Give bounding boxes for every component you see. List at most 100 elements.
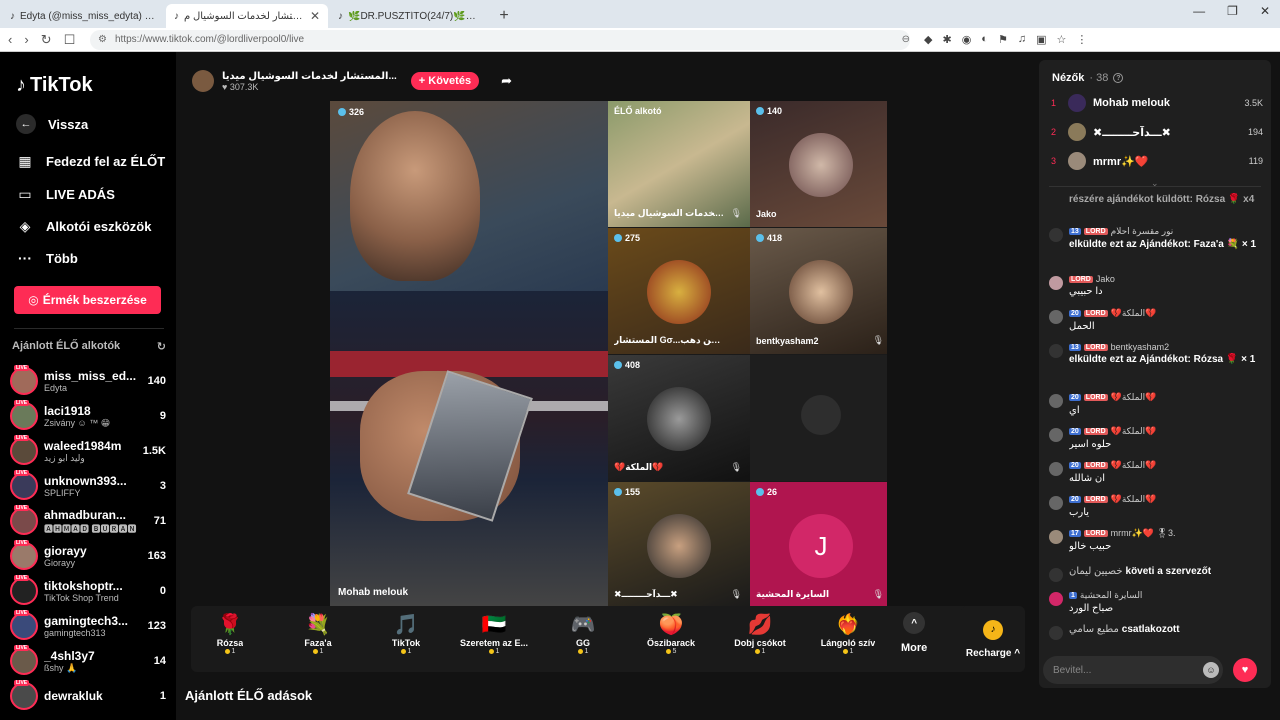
top-viewer[interactable]: 1 Mohab melouk 3.5K [1051, 92, 1263, 114]
recommended-creator[interactable]: LIVE waleed1984m وليد ابو زيد 1.5K [10, 434, 166, 468]
refresh-icon[interactable]: ↻ [157, 340, 166, 353]
gift-item[interactable]: 🎮 GG 1 [542, 612, 624, 655]
back-link[interactable]: ← Vissza [16, 114, 88, 134]
live-video-grid[interactable]: 326 Mohab melouk ÉLŐ alkotó المستشار لخد… [330, 101, 887, 606]
browser-tab[interactable]: ♪ 🌿DR.PUSZTÍTÓ(24/7)🌿🎈🌿🎸 [330, 4, 492, 28]
forward-icon[interactable]: › [24, 32, 28, 48]
new-tab-button[interactable]: + [492, 4, 516, 28]
extension-icon[interactable]: ◐ [981, 33, 988, 46]
browser-tab[interactable]: ♪ Edyta (@miss_miss_edyta) ÉLŐ a... [2, 4, 164, 28]
guest-score: 140 [756, 106, 782, 116]
chevron-down-icon[interactable]: ⌄ [1151, 178, 1159, 189]
guest-tile[interactable]: 140 Jako [750, 101, 887, 227]
recommended-creator[interactable]: LIVE tiktokshoptr... TikTok Shop Trend 0 [10, 574, 166, 608]
message-text: صباح الورد [1069, 603, 1114, 614]
back-icon[interactable]: ‹ [8, 32, 12, 48]
guest-tile[interactable]: 275 المستشار Gσ...ـروز من دهب [608, 228, 750, 354]
recommended-creator[interactable]: LIVE dewrakluk 1 [10, 679, 166, 713]
sidebar-item-live-studio[interactable]: ▭ LIVE ADÁS [16, 186, 114, 203]
recharge-button[interactable]: ♪ Recharge ^ [961, 606, 1025, 672]
chat-message: 20 LORD 💔الملكة💔 ان شالله [1049, 460, 1261, 484]
extension-icon[interactable]: ✱ [942, 33, 951, 46]
main-video-feed[interactable]: 326 Mohab melouk [330, 101, 608, 606]
gift-item[interactable]: 🌹 Rózsa 1 [189, 612, 271, 655]
guest-tile[interactable]: 155 ✖ـــدآحــــــــ✖ 🎙 [608, 482, 750, 606]
heart-icon[interactable]: ♥ [1233, 658, 1257, 682]
coin-icon [224, 649, 230, 654]
tab-title: 🌿DR.PUSZTÍTÓ(24/7)🌿🎈🌿🎸 [348, 10, 484, 22]
gift-item[interactable]: 🇦🇪 Szeretem az E... 1 [453, 612, 535, 655]
guest-tile[interactable]: 418 bentkyasham2 🎙 [750, 228, 887, 354]
tiktok-logo[interactable]: ♪ TikTok [16, 74, 93, 97]
extension-icon[interactable]: ◉ [962, 33, 972, 46]
viewer-score: 3.5K [1244, 98, 1263, 108]
lord-badge: LORD [1069, 275, 1093, 283]
chat-message: 20 LORD 💔الملكة💔 الحمل [1049, 308, 1261, 332]
guest-tile[interactable]: ÉLŐ alkotó المستشار لخدمات السوشيال ميدي… [608, 101, 750, 227]
extension-icon[interactable]: ⚑ [998, 33, 1008, 46]
more-gifts-button[interactable]: ^ More [901, 612, 927, 654]
recommended-creator[interactable]: LIVE laci1918 Zsivány ☺ ™ 😁 9 [10, 399, 166, 433]
nav-buttons: ‹ › ↻ ☐ [0, 32, 90, 48]
menu-icon[interactable]: ⋮ [1076, 33, 1087, 46]
calendar-icon: ▦ [18, 153, 32, 169]
restore-icon[interactable]: ❐ [1227, 4, 1238, 18]
guest-score: 26 [756, 487, 777, 497]
get-coins-button[interactable]: ◎ Érmék beszerzése [14, 286, 161, 314]
host-avatar[interactable] [192, 70, 214, 92]
gift-price: 1 [312, 648, 323, 655]
recommended-creator[interactable]: LIVE ahmadburan... 🅰🅷🅼🅰🅳 🅱🆄🆁🅰🅽 71 [10, 504, 166, 538]
message-user: نور مقسرة احلام [1110, 226, 1174, 236]
sidebar-item-explore-live[interactable]: ▦ Fedezd fel az ÉLŐT [16, 153, 165, 170]
extension-icon[interactable]: ♫ [1018, 33, 1026, 46]
emoji-icon[interactable]: ☺ [1203, 662, 1219, 678]
zoom-icon[interactable]: ⊖ [902, 34, 910, 45]
close-window-icon[interactable]: ✕ [1260, 4, 1270, 18]
browser-tabbar: ♪ Edyta (@miss_miss_edyta) ÉLŐ a... ♪ ال… [0, 0, 1280, 28]
viewer-count: 3 [159, 480, 166, 492]
extension-icon[interactable]: ☆ [1056, 33, 1066, 46]
back-label: Vissza [48, 116, 89, 132]
lord-badge: LORD [1083, 310, 1108, 317]
recommended-creator[interactable]: LIVE gamingtech3... gamingtech313 123 [10, 609, 166, 643]
reload-icon[interactable]: ↻ [41, 32, 52, 48]
guest-name: Jako [756, 209, 777, 219]
top-viewer[interactable]: 2 ✖ـــدآحــــــــ✖ 194 [1051, 121, 1263, 143]
close-tab-icon[interactable]: ✕ [310, 9, 320, 23]
creator-handle: dewrakluk [44, 689, 103, 703]
follow-button[interactable]: + Követés [410, 72, 480, 90]
recommended-creator[interactable]: LIVE unknown393... SPLIFFY 3 [10, 469, 166, 503]
minimize-icon[interactable]: — [1193, 4, 1205, 18]
gift-item[interactable]: 🍑 Őszibarack 5 [630, 612, 712, 655]
sidebar-item-creator-tools[interactable]: ◈ Alkotói eszközök [16, 218, 152, 235]
viewer-count: 1 [159, 690, 166, 702]
top-viewer[interactable]: 3 mrmr✨❤️ 119 [1051, 150, 1263, 172]
chevron-up-icon: ^ [903, 612, 926, 634]
recommended-creator[interactable]: LIVE _4shl3y7 ßshy 🙏 14 [10, 644, 166, 678]
gift-item[interactable]: 🎵 TikTok 1 [365, 612, 447, 655]
bookmark-icon[interactable]: ☐ [64, 32, 76, 48]
help-icon[interactable]: ? [1113, 73, 1124, 83]
sidebar-item-more[interactable]: ··· Több [16, 250, 78, 266]
guest-tile[interactable]: J 26 السايرة المحشية 🎙 [750, 482, 887, 606]
url-field[interactable]: ⚙ https://www.tiktok.com/@lordliverpool0… [90, 29, 910, 50]
share-icon[interactable]: ➦ [501, 73, 512, 89]
empty-guest-slot[interactable] [750, 355, 887, 481]
host-name[interactable]: المستشار لخدمات السوشيال ميديا... [222, 71, 397, 82]
chat-input[interactable]: Bevitel... [1043, 656, 1223, 684]
site-info-icon[interactable]: ⚙ [98, 34, 107, 45]
avatar [1068, 94, 1086, 112]
guest-name: 💔الملكة💔 [614, 462, 664, 472]
tab-title: المستشار لخدمات السوشيال م... [184, 10, 305, 22]
gift-item[interactable]: ❤️‍🔥 Lángoló szív 1 [807, 612, 889, 655]
recommended-creator[interactable]: LIVE giorayy Giorayy 163 [10, 539, 166, 573]
sidebar-toggle-icon[interactable]: ▣ [1036, 33, 1046, 46]
guest-tile[interactable]: 408 💔الملكة💔 🎙 [608, 355, 750, 481]
flaming-heart-icon: ❤️‍🔥 [835, 614, 861, 636]
recommended-creator[interactable]: LIVE miss_miss_ed... Edyta 140 [10, 364, 166, 398]
gift-item[interactable]: 💋 Dobj csókot 1 [719, 612, 801, 655]
gift-item[interactable]: 💐 Faza'a 1 [277, 612, 359, 655]
gift-name: TikTok [391, 638, 421, 648]
extension-icon[interactable]: ◆ [924, 33, 932, 46]
browser-tab-active[interactable]: ♪ المستشار لخدمات السوشيال م... ✕ [166, 4, 328, 28]
